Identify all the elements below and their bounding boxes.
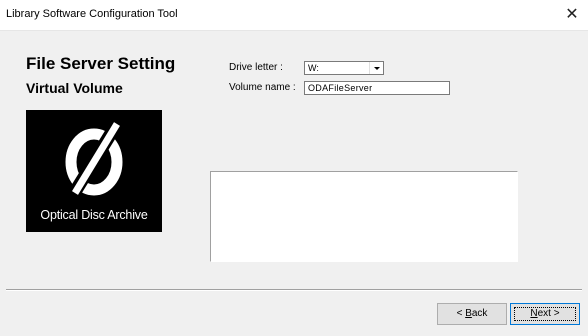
footer-separator bbox=[6, 289, 582, 291]
page-subtitle: Virtual Volume bbox=[26, 80, 123, 96]
title-bar: Library Software Configuration Tool ✕ bbox=[0, 0, 588, 31]
disc-slash-icon bbox=[65, 118, 124, 199]
optical-disc-archive-logo: Optical Disc Archive bbox=[26, 110, 162, 232]
info-text-area bbox=[210, 171, 518, 262]
close-icon[interactable]: ✕ bbox=[556, 0, 588, 30]
volume-name-input[interactable]: ODAFileServer bbox=[304, 81, 450, 95]
drive-letter-select[interactable]: W: bbox=[304, 61, 384, 75]
window-title: Library Software Configuration Tool bbox=[6, 8, 178, 20]
dropdown-arrow[interactable] bbox=[369, 62, 383, 74]
page-title: File Server Setting bbox=[26, 54, 176, 73]
back-button[interactable]: < Back bbox=[437, 303, 507, 325]
focus-rectangle bbox=[514, 307, 576, 321]
logo-text: Optical Disc Archive bbox=[40, 208, 148, 222]
back-button-prefix: < bbox=[456, 308, 466, 319]
drive-letter-value: W: bbox=[308, 63, 319, 73]
back-button-rest: ack bbox=[471, 308, 488, 319]
back-button-mnemonic: B bbox=[465, 308, 472, 319]
next-button[interactable]: Next > bbox=[510, 303, 580, 325]
chevron-down-icon bbox=[374, 67, 380, 70]
volume-name-label: Volume name : bbox=[229, 82, 296, 93]
drive-letter-label: Drive letter : bbox=[229, 62, 283, 73]
